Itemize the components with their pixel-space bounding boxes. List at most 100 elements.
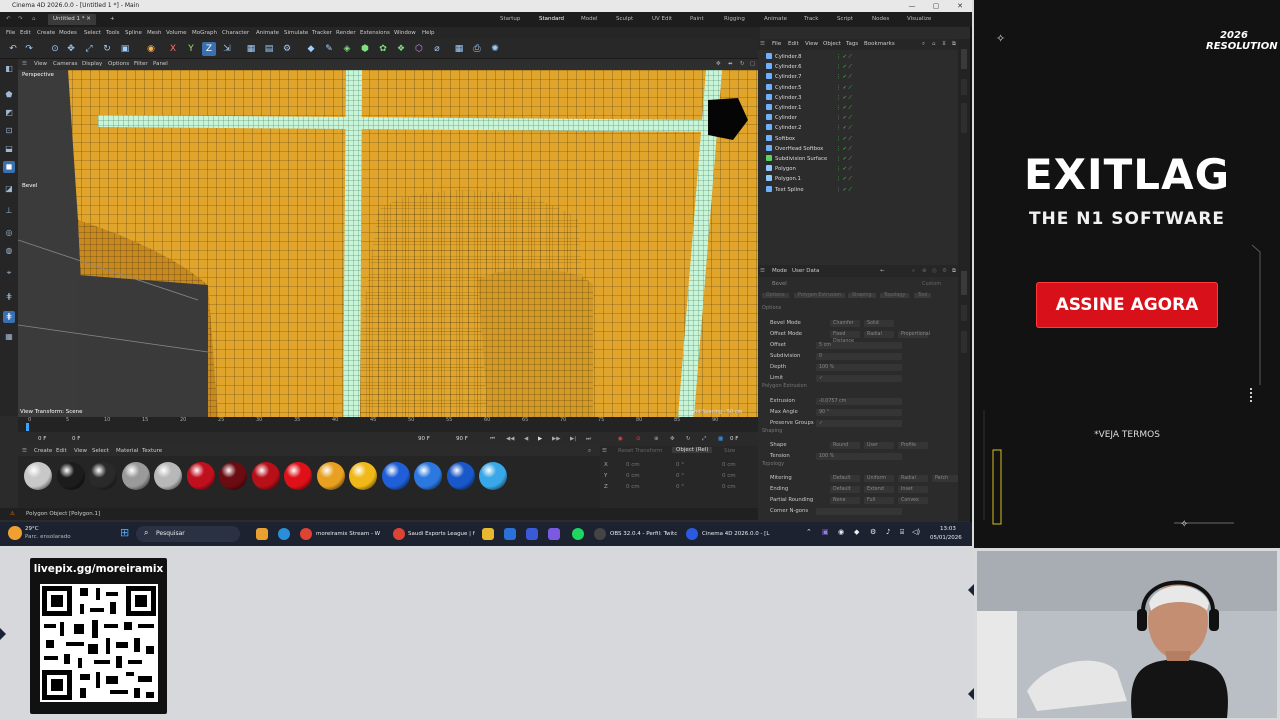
- material-swatch[interactable]: [316, 462, 345, 490]
- viewport-menu-panel[interactable]: Panel: [153, 59, 168, 70]
- attribute-field[interactable]: None: [830, 497, 860, 504]
- back-icon[interactable]: ↶: [6, 12, 11, 27]
- attribute-field[interactable]: Fixed Distance: [830, 331, 860, 344]
- goto-end-icon[interactable]: ⏭: [586, 432, 591, 446]
- menu-render[interactable]: Render: [336, 27, 356, 39]
- object-home-icon[interactable]: ⌂: [932, 39, 936, 50]
- viewport-menu-view[interactable]: View: [34, 59, 47, 70]
- layout-track[interactable]: Track: [804, 12, 818, 27]
- object-menu-view[interactable]: View: [805, 39, 818, 50]
- livepix-qr-card[interactable]: [30, 558, 167, 714]
- windows-start-icon[interactable]: ⊞: [120, 526, 129, 539]
- object-menu-object[interactable]: Object: [823, 39, 841, 50]
- floor-icon[interactable]: ▦: [452, 42, 466, 56]
- size-z-field[interactable]: 0 cm: [722, 484, 736, 490]
- object-row[interactable]: Cylinder.7 ⋮ ✓ ⟋: [766, 72, 884, 82]
- axis-mode-icon[interactable]: ⊥: [3, 205, 15, 217]
- material-swatch[interactable]: [24, 462, 52, 490]
- object-flags-icon[interactable]: ⋮ ✓ ⟋: [836, 185, 852, 195]
- object-filter-icon[interactable]: ⊻: [942, 39, 946, 50]
- attribute-field[interactable]: Proportional: [898, 331, 930, 338]
- record-icon[interactable]: ◉: [618, 432, 623, 446]
- layout-uvedit[interactable]: UV Edit: [652, 12, 672, 27]
- new-tab-icon[interactable]: +: [110, 12, 115, 27]
- tab-document[interactable]: Untitled 1 * ✕: [48, 14, 96, 25]
- texture-mode-icon[interactable]: ◩: [3, 107, 15, 119]
- goto-start-icon[interactable]: ⏮: [490, 432, 495, 446]
- material-swatch[interactable]: [89, 462, 117, 490]
- chrome-icon[interactable]: [300, 528, 312, 540]
- clock-date[interactable]: 05/01/2026: [930, 535, 962, 541]
- material-swatch[interactable]: [349, 462, 377, 490]
- axis-x-icon[interactable]: X: [166, 42, 180, 56]
- layout-standard[interactable]: Standard: [539, 12, 565, 28]
- viewport-menu-display[interactable]: Display: [82, 59, 102, 70]
- object-row[interactable]: Cylinder.6 ⋮ ✓ ⟋: [766, 62, 884, 72]
- layout-sculpt[interactable]: Sculpt: [616, 12, 633, 27]
- material-swatch[interactable]: [154, 462, 182, 490]
- viewport-maximize-icon[interactable]: ▢: [750, 59, 755, 70]
- object-menu-file[interactable]: File: [772, 39, 781, 50]
- weather-icon[interactable]: [8, 526, 22, 540]
- object-flags-icon[interactable]: ⋮ ✓ ⟋: [836, 72, 852, 82]
- cinema4d-icon[interactable]: [686, 528, 698, 540]
- object-menu-icon[interactable]: ☰: [760, 39, 765, 50]
- attribute-field[interactable]: 90 °: [816, 409, 902, 416]
- edge-icon[interactable]: [278, 528, 290, 540]
- render-settings-icon[interactable]: ⚙: [280, 42, 294, 56]
- frame-field[interactable]: 0 F: [730, 432, 738, 446]
- weather-temp[interactable]: 29°C: [25, 526, 39, 532]
- close-button[interactable]: ✕: [948, 0, 972, 12]
- object-row[interactable]: Cylinder.5 ⋮ ✓ ⟋: [766, 83, 884, 93]
- weather-desc[interactable]: Parc. ensolarado: [25, 534, 71, 540]
- store-icon[interactable]: [504, 528, 516, 540]
- tray-icon-3[interactable]: ◆: [854, 528, 859, 536]
- taskbar-app-icon-1[interactable]: [256, 528, 268, 540]
- cube-icon[interactable]: ◆: [304, 42, 318, 56]
- solo-icon[interactable]: ◍: [3, 245, 15, 257]
- key-rotation-icon[interactable]: ↻: [686, 432, 691, 446]
- object-row[interactable]: OverHead Softbox ⋮ ✓ ⟋: [766, 144, 884, 154]
- model-mode-icon[interactable]: ◧: [3, 63, 15, 75]
- menu-simulate[interactable]: Simulate: [284, 27, 308, 39]
- taskbar-app-stream[interactable]: moreiramix Stream - W: [316, 522, 380, 546]
- menu-mograph[interactable]: MoGraph: [192, 27, 217, 39]
- object-new-window-icon[interactable]: ⧉: [952, 39, 956, 50]
- object-row[interactable]: Cylinder.1 ⋮ ✓ ⟋: [766, 103, 884, 113]
- size-y-field[interactable]: 0 cm: [722, 473, 736, 479]
- object-flags-icon[interactable]: ⋮ ✓ ⟋: [836, 93, 852, 103]
- layout-model[interactable]: Model: [581, 12, 598, 27]
- material-swatch[interactable]: [251, 462, 280, 490]
- tag-icon[interactable]: ⌀: [430, 42, 444, 56]
- pos-y-field[interactable]: 0 cm: [626, 473, 640, 479]
- volume-icon[interactable]: ◁): [912, 528, 920, 536]
- redo-icon[interactable]: ↷: [22, 42, 36, 56]
- object-row[interactable]: Cylinder.8 ⋮ ✓ ⟋: [766, 52, 884, 62]
- move-icon[interactable]: ✥: [64, 42, 78, 56]
- coords-mode-select[interactable]: Object (Rel): [672, 447, 713, 453]
- light-icon[interactable]: ✺: [488, 42, 502, 56]
- menu-extensions[interactable]: Extensions: [360, 27, 390, 39]
- menu-spline[interactable]: Spline: [125, 27, 142, 39]
- maximize-button[interactable]: ▢: [924, 0, 948, 12]
- attribute-field[interactable]: -0.0757 cm: [816, 398, 902, 405]
- attribute-field[interactable]: 5 cm: [816, 342, 902, 349]
- menu-window[interactable]: Window: [394, 27, 416, 39]
- edges-mode-icon[interactable]: ⬓: [3, 143, 15, 155]
- attribute-field[interactable]: 100 %: [816, 453, 902, 460]
- current-frame[interactable]: 0 F: [38, 432, 46, 446]
- material-swatch[interactable]: [121, 462, 150, 490]
- attribute-field[interactable]: Chamfer: [830, 320, 860, 327]
- pen-icon[interactable]: ✎: [322, 42, 336, 56]
- attribute-field[interactable]: Full: [864, 497, 894, 504]
- layout-nodes[interactable]: Nodes: [872, 12, 889, 27]
- end-frame[interactable]: 90 F: [418, 432, 430, 446]
- material-swatch[interactable]: [186, 462, 215, 490]
- side-tab-takes[interactable]: [961, 79, 967, 95]
- attribute-field[interactable]: 100 %: [816, 364, 902, 371]
- object-row[interactable]: Subdivision Surface ⋮ ✓ ⟋: [766, 154, 884, 164]
- attribute-field[interactable]: Convex: [898, 497, 928, 504]
- file-explorer-icon[interactable]: [482, 528, 494, 540]
- camera-icon[interactable]: ⎙: [470, 42, 484, 56]
- menu-file[interactable]: File: [6, 27, 15, 39]
